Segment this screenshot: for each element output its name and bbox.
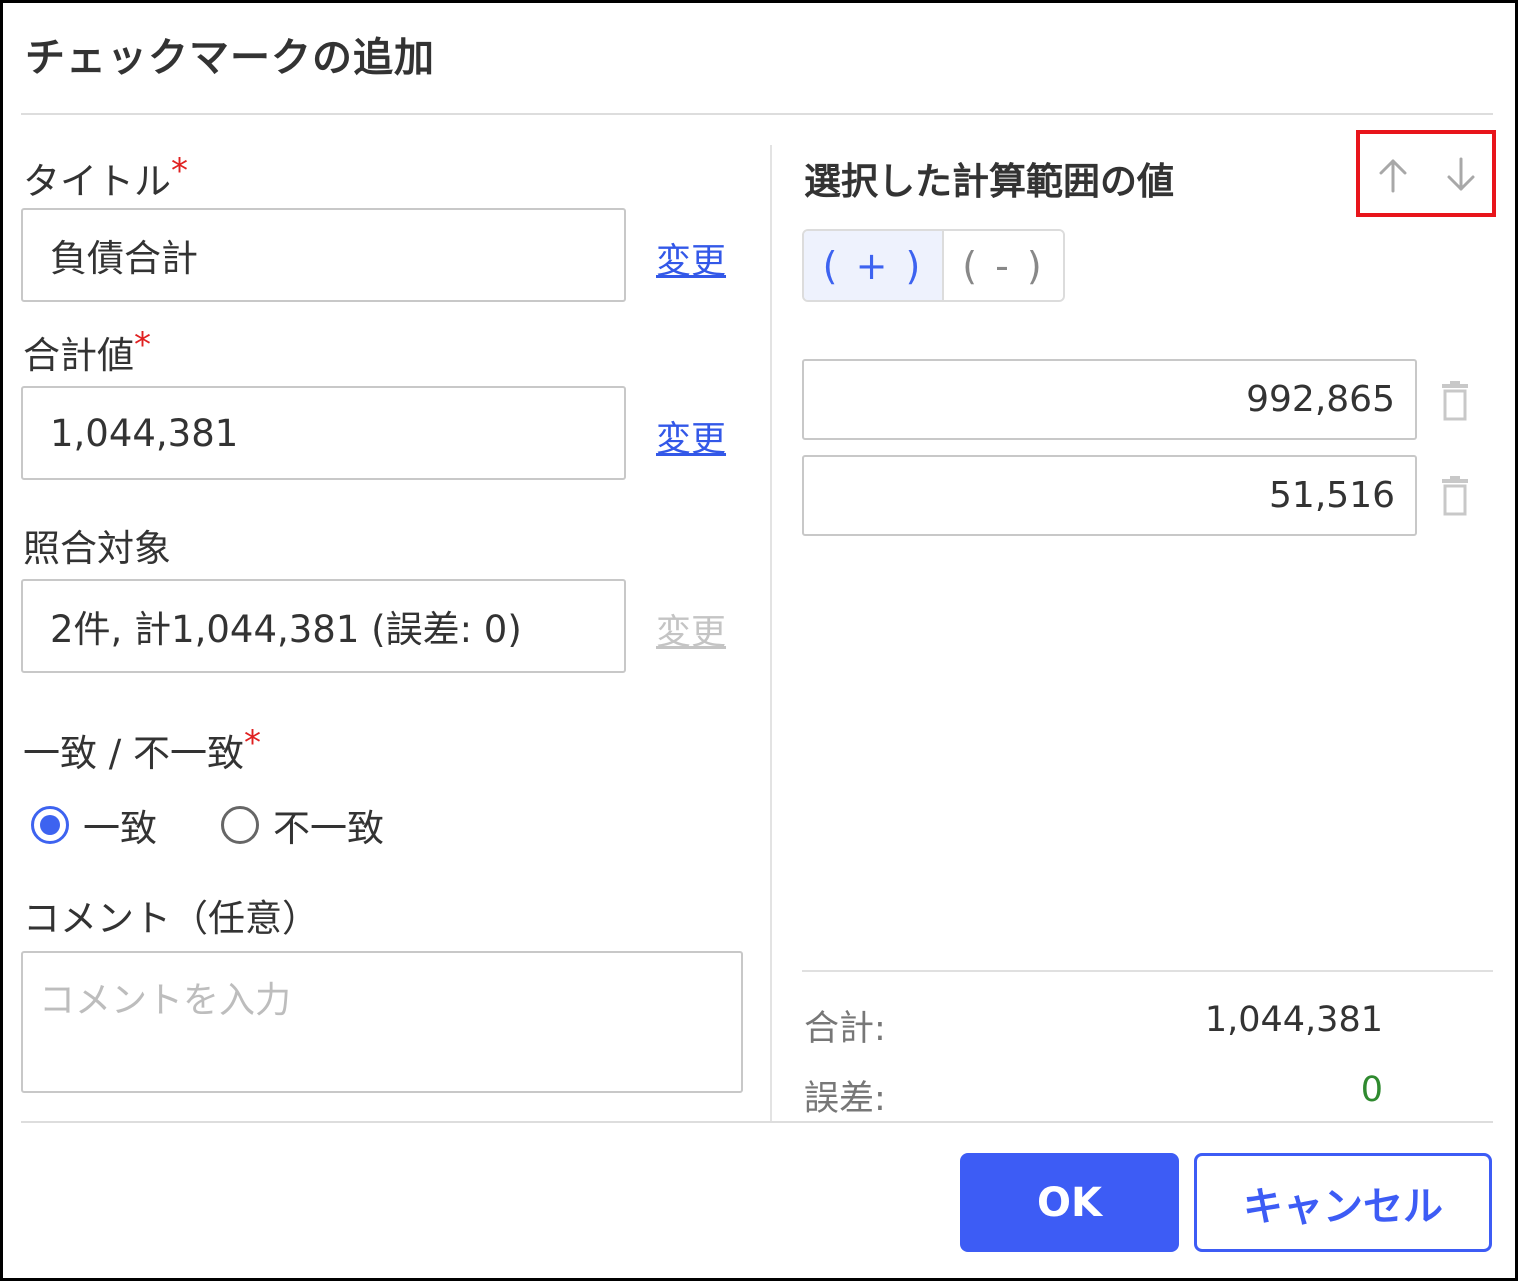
- title-change-link[interactable]: 変更: [656, 233, 726, 284]
- title-field-label: タイトル*: [23, 151, 188, 205]
- radio-match-label: 一致: [83, 807, 157, 850]
- arrow-up-icon[interactable]: [1373, 153, 1413, 197]
- range-value-text: 992,865: [1246, 379, 1395, 420]
- radio-match-button[interactable]: [31, 806, 69, 844]
- target-input[interactable]: 2件, 計1,044,381 (誤差: 0): [21, 579, 626, 673]
- dialog-title: チェックマークの追加: [25, 35, 435, 81]
- comment-input[interactable]: [21, 951, 743, 1093]
- target-change-link: 変更: [656, 613, 727, 653]
- total-change-link[interactable]: 変更: [656, 411, 726, 462]
- summary-divider: [802, 970, 1493, 972]
- dialog: チェックマークの追加 タイトル* 負債合計 変更 合計値* 1,044,381 …: [0, 0, 1518, 1281]
- plus-sign-button[interactable]: ( + ): [804, 231, 944, 300]
- arrow-down-icon[interactable]: [1441, 153, 1481, 197]
- title-input[interactable]: 負債合計: [21, 208, 626, 302]
- radio-mismatch-label: 不一致: [273, 807, 384, 850]
- radio-mismatch[interactable]: 不一致: [221, 798, 384, 852]
- required-mark: *: [244, 723, 261, 763]
- title-input-value: 負債合計: [50, 237, 198, 280]
- diff-label: 誤差:: [804, 1079, 886, 1119]
- total-input[interactable]: 1,044,381: [21, 386, 626, 480]
- match-label-text: 一致 / 不一致: [23, 732, 244, 775]
- total-label-text: 合計値: [23, 334, 134, 377]
- sum-value: 1,044,381: [1204, 1000, 1383, 1040]
- column-divider: [770, 145, 772, 1121]
- sign-toggle: ( + ) ( - ): [802, 229, 1065, 302]
- minus-sign-button[interactable]: ( - ): [944, 231, 1063, 300]
- total-field-label: 合計値*: [23, 325, 151, 379]
- target-field-label: 照合対象: [23, 527, 171, 570]
- comment-field-label: コメント（任意）: [23, 897, 319, 940]
- ok-button[interactable]: OK: [960, 1153, 1179, 1252]
- header-divider: [21, 113, 1493, 115]
- range-value-field[interactable]: 51,516: [802, 455, 1417, 536]
- total-input-value: 1,044,381: [50, 411, 239, 455]
- trash-icon[interactable]: [1439, 381, 1471, 421]
- radio-mismatch-button[interactable]: [221, 806, 259, 844]
- diff-value: 0: [1360, 1070, 1383, 1110]
- match-field-label: 一致 / 不一致*: [23, 723, 261, 777]
- footer-divider: [21, 1121, 1493, 1123]
- trash-icon[interactable]: [1439, 476, 1471, 516]
- required-mark: *: [134, 325, 151, 365]
- title-label-text: タイトル: [23, 160, 171, 203]
- radio-match[interactable]: 一致: [31, 798, 157, 852]
- range-panel-title: 選択した計算範囲の値: [804, 160, 1174, 203]
- cancel-button[interactable]: キャンセル: [1194, 1153, 1492, 1252]
- range-value-text: 51,516: [1269, 475, 1395, 516]
- range-value-field[interactable]: 992,865: [802, 359, 1417, 440]
- target-input-value: 2件, 計1,044,381 (誤差: 0): [50, 608, 522, 651]
- sum-label: 合計:: [804, 1009, 886, 1049]
- required-mark: *: [171, 151, 188, 191]
